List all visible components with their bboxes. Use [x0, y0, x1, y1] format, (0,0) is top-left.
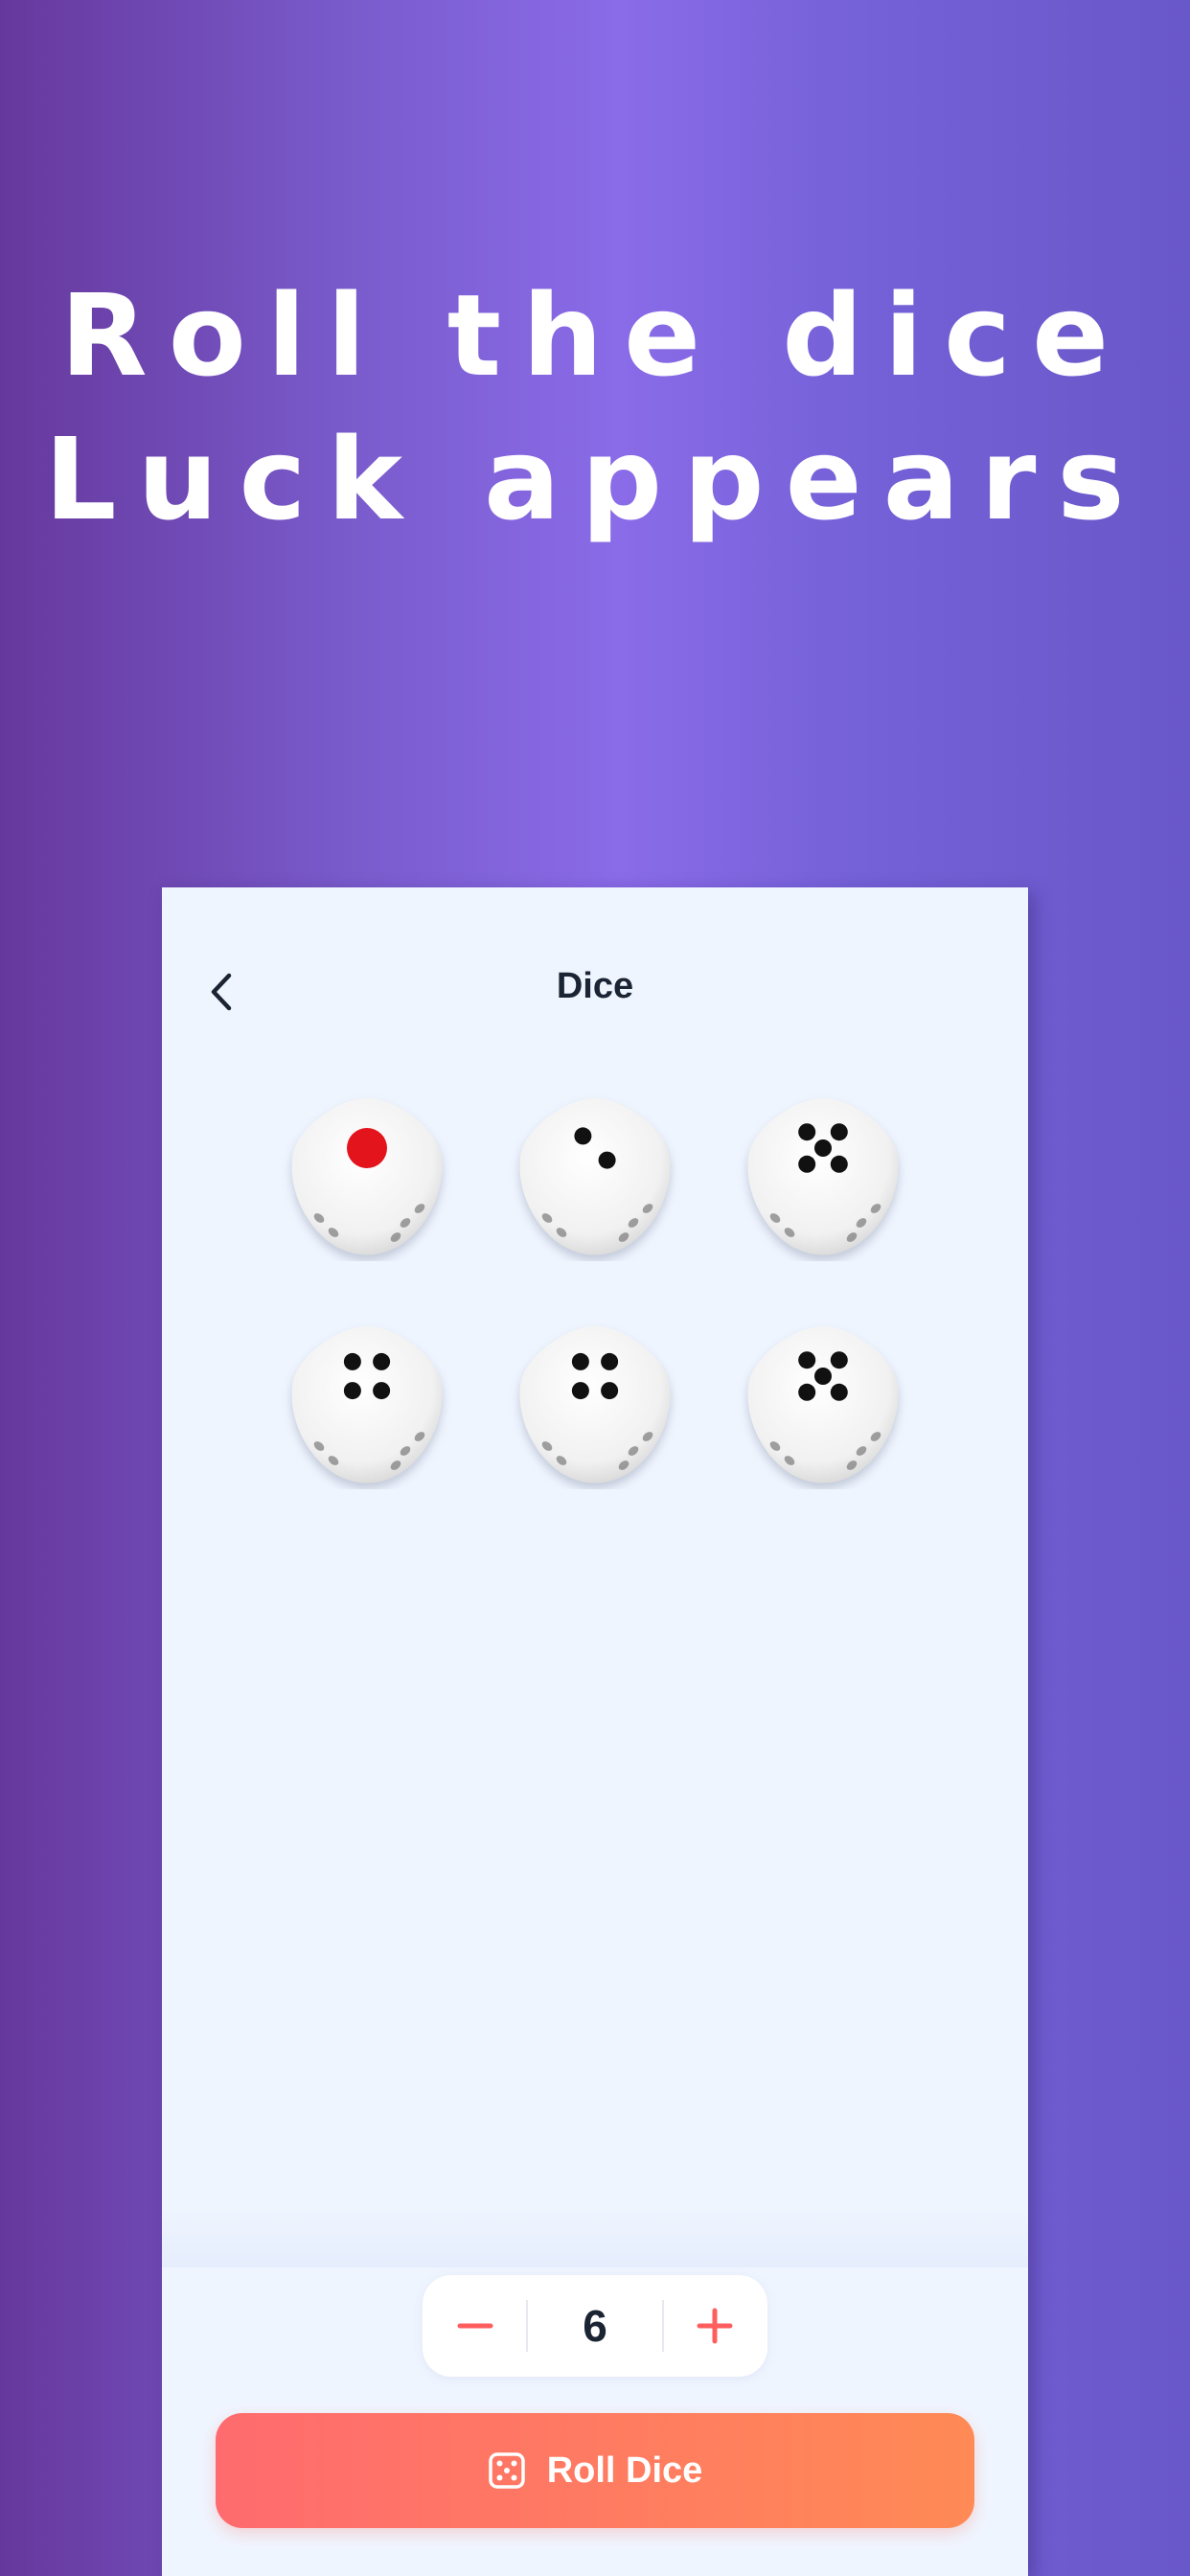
dice-count-value: 6 — [583, 2301, 607, 2351]
die-pip — [798, 1123, 816, 1141]
die-pip — [598, 1151, 616, 1169]
die-pip — [814, 1139, 832, 1157]
die-face-4 — [291, 1326, 443, 1484]
hero-line-2: Luck appears — [44, 413, 1146, 545]
die-pip — [343, 1352, 361, 1370]
die-pip — [798, 1155, 816, 1173]
die — [737, 1089, 909, 1261]
hero-line-1: Roll the dice — [59, 269, 1131, 402]
die-pip — [814, 1368, 832, 1385]
hero-headline: Roll the dice Luck appears — [0, 264, 1190, 551]
die-body — [519, 1098, 671, 1255]
dice-icon — [488, 2452, 525, 2489]
die-pip — [343, 1382, 361, 1400]
decrease-button[interactable] — [423, 2275, 528, 2377]
roll-dice-button[interactable]: Roll Dice — [216, 2413, 974, 2528]
die-pip — [830, 1351, 848, 1369]
die-body — [291, 1326, 443, 1484]
app-screen: Dice 6 Roll Dice — [162, 887, 1028, 2576]
die-body — [519, 1326, 671, 1484]
die-pip — [830, 1123, 848, 1141]
plus-icon — [697, 2308, 733, 2344]
die — [509, 1089, 681, 1261]
die-pip — [574, 1127, 592, 1145]
dice-count-stepper: 6 — [423, 2275, 767, 2377]
die — [737, 1317, 909, 1489]
die-body — [747, 1326, 899, 1484]
die-pip — [798, 1351, 816, 1369]
die-pip — [601, 1352, 619, 1370]
die-body — [747, 1098, 899, 1255]
die-pip — [601, 1382, 619, 1400]
die-pip — [798, 1383, 816, 1401]
increase-button[interactable] — [662, 2275, 767, 2377]
die-pip — [347, 1128, 387, 1168]
die-face-5 — [747, 1098, 899, 1255]
die-pip — [571, 1352, 589, 1370]
die — [281, 1317, 453, 1489]
die — [281, 1089, 453, 1261]
die-face-5 — [747, 1326, 899, 1484]
page-title: Dice — [556, 966, 634, 1006]
content-fade — [162, 2210, 1028, 2267]
die-face-2 — [519, 1098, 671, 1255]
die-pip — [373, 1352, 391, 1370]
die-pip — [373, 1382, 391, 1400]
die — [509, 1317, 681, 1489]
die-pip — [830, 1155, 848, 1173]
die-face-1 — [291, 1098, 443, 1255]
die-pip — [830, 1383, 848, 1401]
minus-icon — [457, 2323, 493, 2329]
die-body — [291, 1098, 443, 1255]
roll-dice-label: Roll Dice — [546, 2450, 703, 2491]
die-pip — [571, 1382, 589, 1400]
die-face-4 — [519, 1326, 671, 1484]
